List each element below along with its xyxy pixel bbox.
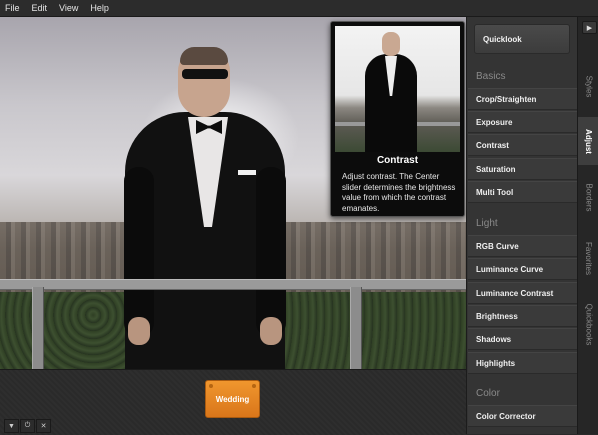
- photo-subject-arm-right: [256, 167, 286, 337]
- photo-subject-arm-left: [124, 167, 154, 337]
- tool-rgb-curve[interactable]: RGB Curve: [468, 235, 577, 257]
- tool-crop-straighten[interactable]: Crop/Straighten: [468, 88, 577, 110]
- photo-railing-post: [32, 287, 44, 369]
- tab-quickbooks[interactable]: Quickbooks: [578, 289, 598, 359]
- quicklook-button[interactable]: Quicklook: [474, 24, 570, 54]
- tool-shadows[interactable]: Shadows: [468, 328, 577, 350]
- tool-multi-tool[interactable]: Multi Tool: [468, 181, 577, 203]
- tool-contrast[interactable]: Contrast: [468, 134, 577, 156]
- tool-luminance-curve[interactable]: Luminance Curve: [468, 258, 577, 280]
- section-color: Color: [476, 388, 500, 399]
- tool-exposure[interactable]: Exposure: [468, 111, 577, 133]
- collapse-arrow-icon[interactable]: ▶: [582, 21, 597, 34]
- section-basics: Basics: [476, 71, 506, 82]
- tool-brightness[interactable]: Brightness: [468, 305, 577, 327]
- tab-quickbooks-label: Quickbooks: [584, 303, 594, 345]
- tool-highlights[interactable]: Highlights: [468, 352, 577, 374]
- photo-subject-sunglasses: [182, 69, 228, 79]
- preset-wedding[interactable]: Wedding: [205, 380, 260, 418]
- tab-styles-label: Styles: [584, 75, 594, 97]
- photo-railing-post: [350, 287, 362, 369]
- tool-luminance-contrast[interactable]: Luminance Contrast: [468, 282, 577, 304]
- dropdown-arrow-icon[interactable]: ▼: [4, 419, 19, 433]
- preset-wedding-label: Wedding: [215, 394, 250, 404]
- photo-subject-pocket-square: [238, 170, 256, 175]
- preset-pin-icon: [209, 384, 213, 388]
- tooltip-description: Adjust contrast. The Center slider deter…: [342, 172, 456, 213]
- menu-edit[interactable]: Edit: [27, 3, 55, 13]
- preset-strip: Wedding ▼ ⏻ ✕: [0, 369, 466, 435]
- menu-view[interactable]: View: [54, 3, 85, 13]
- side-tabs: ▶ Styles Adjust Borders Favorites Quickb…: [577, 17, 598, 434]
- tab-favorites[interactable]: Favorites: [578, 229, 598, 287]
- tooltip-title: Contrast: [376, 155, 419, 166]
- adjust-panel: Quicklook Basics Crop/Straighten Exposur…: [466, 17, 578, 434]
- preset-pin-icon: [252, 384, 256, 388]
- tool-saturation[interactable]: Saturation: [468, 158, 577, 180]
- tab-borders-label: Borders: [584, 182, 594, 212]
- tooltip-preview-image: [335, 26, 460, 152]
- power-icon[interactable]: ⏻: [20, 419, 35, 433]
- tab-adjust-label: Adjust: [584, 128, 594, 154]
- photo-subject-hair: [180, 47, 228, 65]
- tab-favorites-label: Favorites: [584, 241, 593, 275]
- menu-file[interactable]: File: [0, 3, 27, 13]
- tab-styles[interactable]: Styles: [578, 57, 598, 115]
- photo-subject-hand-right: [260, 317, 282, 345]
- tooltip-preview-head: [382, 32, 400, 56]
- menu-help[interactable]: Help: [85, 3, 116, 13]
- photo-railing: [0, 279, 466, 290]
- tab-adjust[interactable]: Adjust: [578, 117, 598, 165]
- section-light: Light: [476, 218, 498, 229]
- photo-subject-hand-left: [128, 317, 150, 345]
- menu-bar: File Edit View Help: [0, 0, 598, 17]
- close-icon[interactable]: ✕: [36, 419, 51, 433]
- contrast-tooltip: Contrast Adjust contrast. The Center sli…: [330, 21, 465, 217]
- tool-color-corrector[interactable]: Color Corrector: [468, 405, 577, 427]
- tab-borders[interactable]: Borders: [578, 167, 598, 227]
